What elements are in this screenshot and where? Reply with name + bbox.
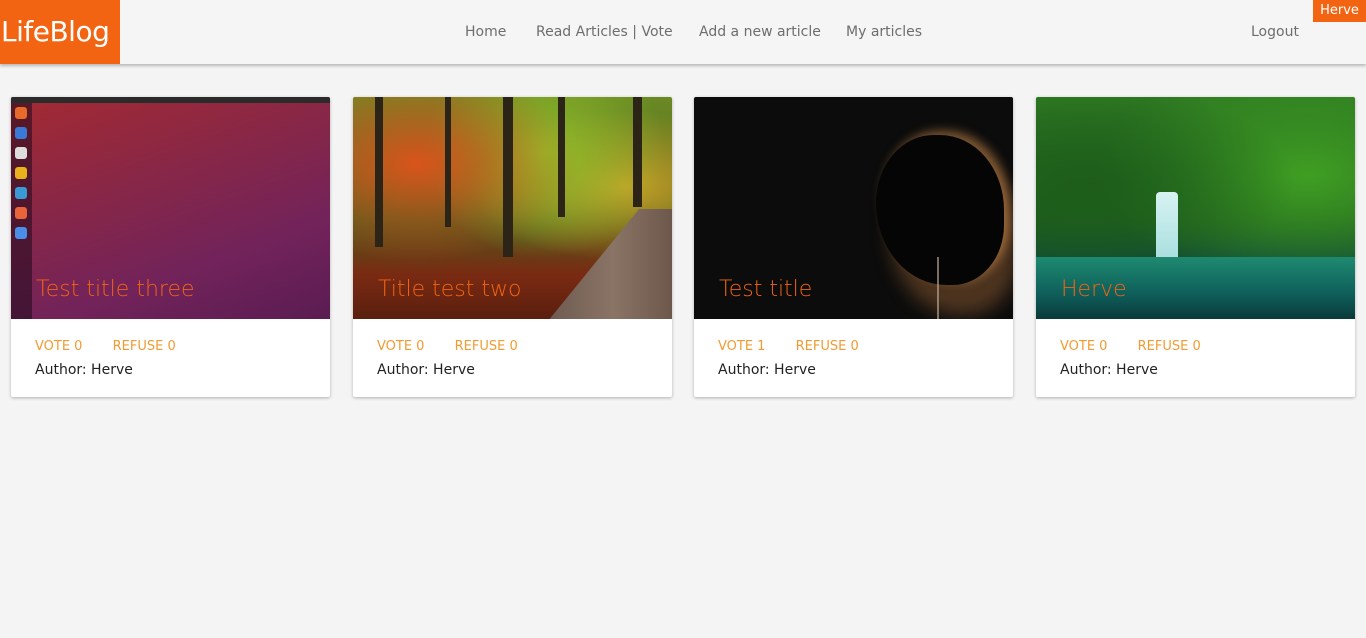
article-card[interactable]: Test title three VOTE 0 REFUSE 0 Author:… — [11, 97, 330, 397]
article-image: Title test two — [353, 97, 672, 319]
vote-button[interactable]: VOTE 0 — [1060, 339, 1107, 354]
vote-actions: VOTE 1 REFUSE 0 — [718, 339, 859, 354]
refuse-button[interactable]: REFUSE 0 — [455, 339, 518, 354]
article-author: Author: Herve — [35, 362, 133, 378]
main-nav: Home Read Articles | Vote Add a new arti… — [0, 0, 1366, 64]
nav-home-link[interactable]: Home — [465, 24, 506, 40]
article-author: Author: Herve — [1060, 362, 1158, 378]
vote-button[interactable]: VOTE 0 — [35, 339, 82, 354]
logout-link[interactable]: Logout — [1251, 24, 1299, 40]
top-navbar: LifeBlog Home Read Articles | Vote Add a… — [0, 0, 1366, 64]
article-title[interactable]: Herve — [1061, 277, 1127, 302]
article-image: Test title three — [11, 97, 330, 319]
vote-button[interactable]: VOTE 0 — [377, 339, 424, 354]
article-card[interactable]: Test title VOTE 1 REFUSE 0 Author: Herve — [694, 97, 1013, 397]
article-card[interactable]: Herve VOTE 0 REFUSE 0 Author: Herve — [1036, 97, 1355, 397]
article-author: Author: Herve — [377, 362, 475, 378]
refuse-button[interactable]: REFUSE 0 — [796, 339, 859, 354]
vote-actions: VOTE 0 REFUSE 0 — [35, 339, 176, 354]
article-card[interactable]: Title test two VOTE 0 REFUSE 0 Author: H… — [353, 97, 672, 397]
nav-add-article-link[interactable]: Add a new article — [699, 24, 821, 40]
vote-button[interactable]: VOTE 1 — [718, 339, 765, 354]
article-title[interactable]: Test title three — [36, 277, 195, 302]
article-title[interactable]: Title test two — [378, 277, 521, 302]
refuse-button[interactable]: REFUSE 0 — [1138, 339, 1201, 354]
user-badge: Herve — [1313, 0, 1366, 22]
refuse-button[interactable]: REFUSE 0 — [113, 339, 176, 354]
vote-actions: VOTE 0 REFUSE 0 — [1060, 339, 1201, 354]
article-author: Author: Herve — [718, 362, 816, 378]
article-image: Test title — [694, 97, 1013, 319]
article-title[interactable]: Test title — [719, 277, 812, 302]
nav-read-vote-link[interactable]: Read Articles | Vote — [536, 24, 673, 40]
vote-actions: VOTE 0 REFUSE 0 — [377, 339, 518, 354]
nav-my-articles-link[interactable]: My articles — [846, 24, 922, 40]
article-image: Herve — [1036, 97, 1355, 319]
